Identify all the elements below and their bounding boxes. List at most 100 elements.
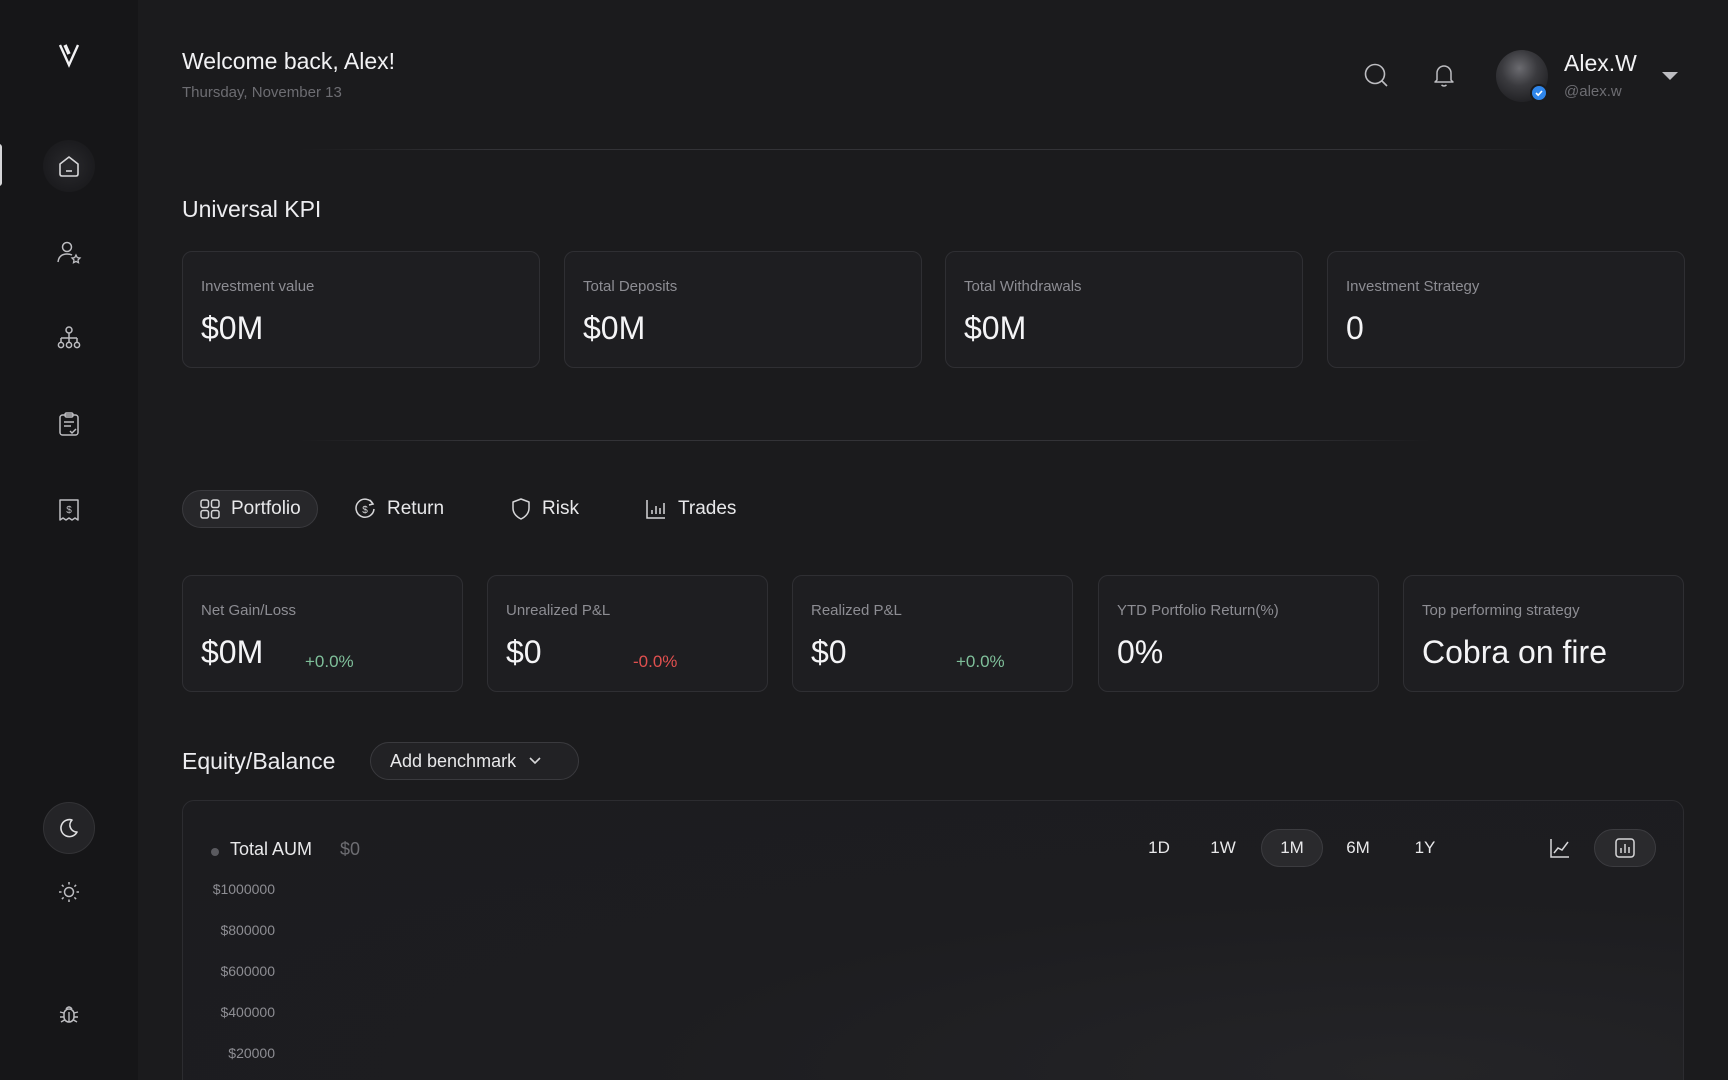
bar-chart-icon: [646, 500, 665, 519]
current-date: Thursday, November 13: [182, 84, 342, 101]
search-icon: [1364, 63, 1388, 87]
card-net-gain-loss: Net Gain/Loss $0M +0.0%: [182, 575, 463, 692]
card-value: 0%: [1117, 634, 1164, 670]
card-unrealized-pnl: Unrealized P&L $0 -0.0%: [487, 575, 768, 692]
range-1m-button[interactable]: 1M: [1261, 829, 1323, 867]
caret-down-icon: [1662, 72, 1678, 80]
legend-series-name: Total AUM: [230, 839, 313, 859]
add-benchmark-label: Add benchmark: [390, 750, 517, 771]
chevron-down-icon: [529, 757, 541, 765]
bar-chart-toggle[interactable]: [1594, 829, 1656, 867]
y-tick-label: $600000: [220, 963, 275, 979]
svg-text:$: $: [66, 505, 72, 516]
card-value: $0: [506, 634, 542, 670]
user-handle: @alex.w: [1564, 83, 1622, 100]
range-1d-button[interactable]: 1D: [1128, 829, 1190, 867]
kpi-section-title: Universal KPI: [182, 196, 322, 222]
header-divider: [300, 149, 1550, 150]
bug-icon: [59, 1006, 79, 1023]
kpi-label: Total Deposits: [583, 278, 678, 295]
change-badge: -0.0%: [633, 652, 678, 671]
grid-icon: [200, 499, 220, 519]
nav-clients[interactable]: [43, 226, 95, 278]
user-star-icon: [57, 241, 82, 264]
bar-chart-square-icon: [1615, 838, 1635, 858]
logo-v-icon: [58, 44, 80, 68]
card-label: Net Gain/Loss: [201, 602, 297, 619]
kpi-card-investment-value: Investment value $0M: [182, 251, 540, 368]
card-top-performing-strategy: Top performing strategy Cobra on fire: [1403, 575, 1684, 692]
tab-trades[interactable]: Trades: [628, 490, 752, 528]
nav-hierarchy[interactable]: [43, 312, 95, 364]
kpi-label: Investment value: [201, 278, 315, 295]
card-realized-pnl: Realized P&L $0 +0.0%: [792, 575, 1073, 692]
clipboard-check-icon: [59, 412, 79, 436]
y-tick-label: $800000: [220, 922, 275, 938]
checkmark-icon: [1535, 90, 1543, 97]
kpi-label: Investment Strategy: [1346, 278, 1480, 295]
tab-return[interactable]: $ Return: [337, 490, 460, 528]
bell-icon: [1434, 65, 1454, 87]
kpi-value: 0: [1346, 310, 1364, 346]
equity-chart-card: Total AUM $0 1D 1W 1M 6M 1Y $1000000 $800…: [182, 800, 1684, 1080]
receipt-dollar-icon: $: [59, 499, 79, 521]
tab-risk[interactable]: Risk: [494, 490, 595, 528]
card-ytd-portfolio-return: YTD Portfolio Return(%) 0%: [1098, 575, 1379, 692]
kpi-value: $0M: [964, 310, 1027, 346]
card-value: $0M: [201, 634, 264, 670]
sun-icon: [59, 882, 79, 902]
line-chart-toggle[interactable]: [1540, 829, 1580, 867]
kpi-card-total-withdrawals: Total Withdrawals $0M: [945, 251, 1303, 368]
range-6m-button[interactable]: 6M: [1327, 829, 1389, 867]
legend-series-value: $0: [340, 839, 361, 859]
svg-text:$: $: [362, 505, 368, 516]
user-name[interactable]: Alex.W: [1564, 50, 1637, 77]
welcome-heading: Welcome back, Alex!: [182, 48, 396, 74]
card-label: Top performing strategy: [1422, 602, 1580, 619]
kpi-card-total-deposits: Total Deposits $0M: [564, 251, 922, 368]
moon-icon: [60, 818, 78, 838]
hierarchy-icon: [57, 326, 81, 349]
equity-section-title: Equity/Balance: [182, 748, 336, 774]
line-chart-icon: [1550, 839, 1569, 858]
tab-portfolio[interactable]: Portfolio: [182, 490, 318, 528]
card-value: $0: [811, 634, 847, 670]
add-benchmark-dropdown[interactable]: Add benchmark: [370, 742, 579, 780]
card-label: Realized P&L: [811, 602, 902, 619]
kpi-label: Total Withdrawals: [964, 278, 1082, 295]
tab-label: Trades: [678, 498, 737, 519]
nav-billing[interactable]: $: [43, 484, 95, 536]
card-label: Unrealized P&L: [506, 602, 611, 619]
kpi-value: $0M: [583, 310, 646, 346]
dark-mode-button[interactable]: [43, 802, 95, 854]
legend-dot: [211, 848, 219, 856]
shield-icon: [512, 498, 530, 520]
kpi-card-investment-strategy: Investment Strategy 0: [1327, 251, 1685, 368]
y-tick-label: $20000: [228, 1045, 275, 1061]
nav-tasks[interactable]: [43, 398, 95, 450]
verified-badge-icon: [1530, 84, 1548, 102]
logo[interactable]: [54, 40, 84, 70]
home-icon: [59, 156, 79, 177]
nav-home[interactable]: [43, 140, 95, 192]
range-1w-button[interactable]: 1W: [1192, 829, 1254, 867]
card-value: Cobra on fire: [1422, 634, 1607, 670]
y-tick-label: $400000: [220, 1004, 275, 1020]
y-tick-label: $1000000: [212, 881, 275, 897]
sidebar: $: [0, 0, 138, 1080]
tab-label: Return: [387, 498, 445, 519]
report-bug-button[interactable]: [55, 1000, 83, 1028]
tab-label: Portfolio: [231, 498, 301, 519]
user-menu-toggle[interactable]: [1660, 66, 1680, 86]
search-button[interactable]: [1361, 60, 1391, 90]
range-1y-button[interactable]: 1Y: [1394, 829, 1456, 867]
card-label: YTD Portfolio Return(%): [1117, 602, 1279, 619]
kpi-value: $0M: [201, 310, 264, 346]
notifications-button[interactable]: [1429, 60, 1459, 90]
light-mode-button[interactable]: [55, 878, 83, 906]
active-nav-indicator: [0, 144, 2, 186]
change-badge: +0.0%: [305, 652, 354, 671]
section-divider: [300, 440, 1430, 441]
tab-label: Risk: [542, 498, 579, 519]
change-badge: +0.0%: [956, 652, 1005, 671]
